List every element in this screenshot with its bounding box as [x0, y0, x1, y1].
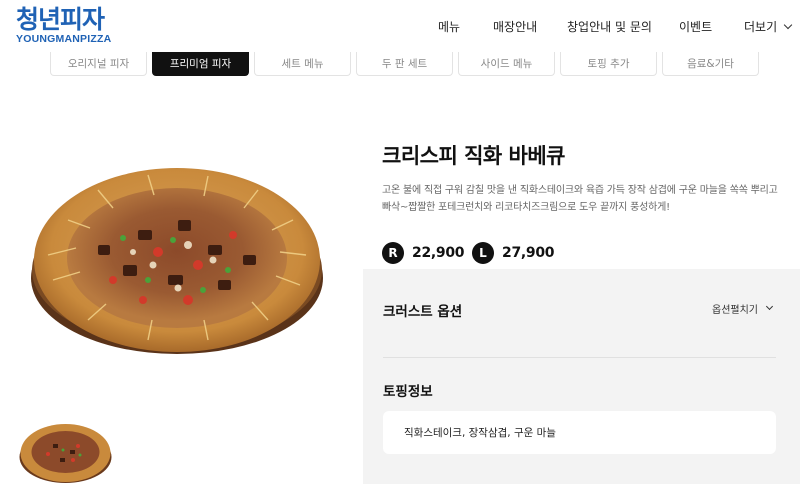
topping-info-label: 토핑정보 — [383, 384, 433, 400]
price-large: L 27,900 — [472, 241, 555, 265]
main-nav: 메뉴 매장안내 창업안내 및 문의 이벤트 더보기 — [0, 18, 800, 34]
nav-item-franchise[interactable]: 창업안내 및 문의 — [567, 18, 652, 35]
tab-set-menu[interactable]: 세트 메뉴 — [254, 52, 351, 76]
expand-options-label: 옵션펼치기 — [712, 305, 758, 316]
product-description: 고온 불에 직접 구워 감칠 맛을 낸 직화스테이크와 육즙 가득 장작 삼겹에… — [382, 185, 778, 213]
divider — [383, 357, 776, 358]
chevron-down-icon — [783, 20, 793, 30]
pizza-image — [31, 168, 323, 354]
topping-info-box: 직화스테이크, 장작삼겹, 구운 마늘 — [383, 411, 776, 454]
product-title: 크리스피 직화 바베큐 — [382, 144, 566, 168]
size-badge-l: L — [472, 242, 494, 264]
topping-info-text: 직화스테이크, 장작삼겹, 구운 마늘 — [404, 427, 556, 439]
tab-original-pizza[interactable]: 오리지널 피자 — [50, 52, 147, 76]
price-regular: R 22,900 — [382, 241, 465, 265]
price-value-r: 22,900 — [412, 245, 465, 261]
nav-item-stores[interactable]: 매장안내 — [493, 18, 537, 35]
nav-more-label: 더보기 — [744, 20, 778, 34]
tab-two-pizza-set[interactable]: 두 판 세트 — [356, 52, 453, 76]
tab-topping-add[interactable]: 토핑 추가 — [560, 52, 657, 76]
expand-options-button[interactable]: 옵션펼치기 — [712, 301, 774, 316]
site-header: 청년피자 YOUNGMANPIZZA 메뉴 매장안내 창업안내 및 문의 이벤트… — [0, 0, 800, 50]
pizza-thumbnail[interactable] — [18, 420, 113, 486]
nav-item-menu[interactable]: 메뉴 — [438, 18, 460, 35]
tab-drinks-etc[interactable]: 음료&기타 — [662, 52, 759, 76]
nav-item-events[interactable]: 이벤트 — [679, 18, 712, 35]
nav-item-more[interactable]: 더보기 — [744, 18, 793, 35]
size-badge-r: R — [382, 242, 404, 264]
tab-side-menu[interactable]: 사이드 메뉴 — [458, 52, 555, 76]
crust-option-label: 크러스트 옵션 — [383, 304, 463, 320]
tab-premium-pizza[interactable]: 프리미엄 피자 — [152, 52, 249, 76]
options-panel: 크러스트 옵션 옵션펼치기 토핑정보 직화스테이크, 장작삼겹, 구운 마늘 — [363, 269, 800, 484]
chevron-down-icon — [765, 302, 774, 311]
price-value-l: 27,900 — [502, 245, 555, 261]
logo-subtitle: YOUNGMANPIZZA — [16, 33, 112, 45]
